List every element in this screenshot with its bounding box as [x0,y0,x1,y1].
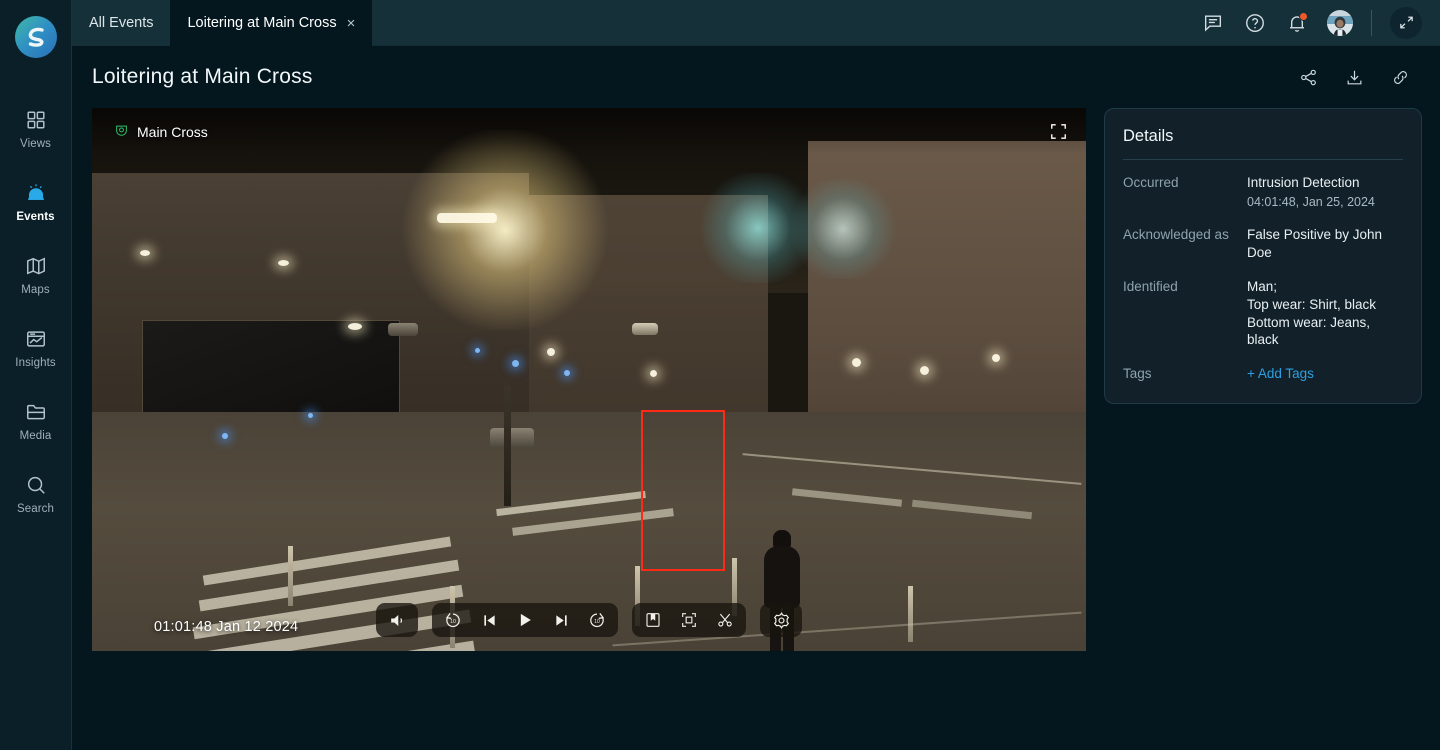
sidebar-item-maps[interactable]: Maps [0,244,71,305]
sidebar-item-label: Media [19,430,52,442]
fullscreen-icon[interactable] [1049,122,1068,146]
sidebar-item-label: Search [16,503,55,515]
details-row-acknowledged: Acknowledged as False Positive by John D… [1123,226,1403,262]
sidebar-item-label: Events [16,211,55,223]
sidebar-item-label: Views [20,138,51,150]
help-icon[interactable] [1243,11,1267,35]
details-key: Identified [1123,278,1178,294]
tab-label: All Events [89,15,154,31]
sidebar-item-insights[interactable]: Insights [0,317,71,378]
tools-group [632,603,746,637]
details-value-sub: 04:01:48, Jan 25, 2024 [1247,194,1375,209]
tab-bar-actions [1187,0,1440,45]
sidebar-item-events[interactable]: Events [0,171,71,232]
sidebar-item-search[interactable]: Search [0,463,71,524]
content-area: Main Cross 01:01:48 Jan 12 2024 10 10 De… [72,108,1440,750]
link-icon[interactable] [1388,65,1412,89]
details-row-occurred: Occurred Intrusion Detection 04:01:48, J… [1123,174,1403,210]
settings-group [760,603,802,637]
details-divider [1123,159,1403,160]
details-value-main: Intrusion Detection [1247,175,1360,190]
bookmark-icon[interactable] [640,607,666,633]
prev-frame-icon[interactable] [476,607,502,633]
clip-icon[interactable] [712,607,738,633]
details-value: Man; Top wear: Shirt, black Bottom wear:… [1247,278,1377,348]
sidebar-item-label: Insights [15,357,56,369]
folder-icon [23,399,49,425]
chat-icon[interactable] [1201,11,1225,35]
camera-shield-icon [114,123,129,141]
details-row-identified: Identified Man; Top wear: Shirt, black B… [1123,278,1403,349]
video-frame [92,108,1086,651]
sidebar-item-media[interactable]: Media [0,390,71,451]
main-column: All Events Loitering at Main Cross × Loi… [72,0,1440,750]
detection-bounding-box [641,410,725,571]
tab-bar: All Events Loitering at Main Cross × [72,0,1440,46]
details-value: Intrusion Detection 04:01:48, Jan 25, 20… [1247,174,1403,210]
search-icon [23,472,49,498]
details-value: False Positive by John Doe [1247,227,1383,261]
svg-text:10: 10 [450,619,456,625]
avatar[interactable] [1327,9,1353,36]
page-actions [1296,65,1412,89]
tab-loitering-at-main-cross[interactable]: Loitering at Main Cross × [170,0,373,46]
sidebar-item-views[interactable]: Views [0,98,71,159]
next-frame-icon[interactable] [548,607,574,633]
details-key: Tags [1123,366,1152,382]
volume-icon[interactable] [384,607,410,633]
page-header: Loitering at Main Cross [72,46,1440,108]
notification-badge [1299,11,1308,21]
alarm-icon [23,180,49,206]
gear-icon[interactable] [768,607,794,633]
expand-button[interactable] [1390,6,1422,39]
forward-10-icon[interactable]: 10 [584,607,610,633]
tab-all-events[interactable]: All Events [72,0,171,46]
play-icon[interactable] [512,607,538,633]
details-value: + Add Tags [1247,365,1403,383]
insights-icon [23,326,49,352]
close-icon[interactable]: × [347,16,356,31]
details-key: Acknowledged as [1123,227,1229,243]
grid-icon [23,107,49,133]
details-title: Details [1123,127,1174,145]
map-icon [23,253,49,279]
tab-label: Loitering at Main Cross [187,15,337,31]
svg-text:10: 10 [594,619,600,625]
page-title: Loitering at Main Cross [92,65,313,88]
snapshot-icon[interactable] [676,607,702,633]
details-panel: Details Occurred Intrusion Detection 04:… [1104,108,1422,405]
app-logo[interactable] [14,16,57,58]
sidebar: Views Events Maps Insights Media Search [0,0,72,750]
video-player[interactable]: Main Cross 01:01:48 Jan 12 2024 10 10 [92,108,1086,651]
tab-bar-spacer [372,0,1187,45]
app-root: Views Events Maps Insights Media Search … [0,0,1440,750]
video-top-gradient [92,108,1086,154]
volume-group [376,603,418,637]
details-row-tags: Tags + Add Tags [1123,365,1403,383]
sidebar-nav: Views Events Maps Insights Media Search [0,98,71,536]
details-key: Occurred [1123,175,1179,190]
camera-name: Main Cross [137,124,208,140]
rewind-10-icon[interactable]: 10 [440,607,466,633]
bell-icon[interactable] [1285,11,1309,35]
header-divider [1371,9,1372,36]
transport-group: 10 10 [432,603,618,637]
camera-label: Main Cross [114,123,208,141]
player-controls: 10 10 [92,603,1086,637]
share-icon[interactable] [1296,65,1320,89]
sidebar-item-label: Maps [21,284,50,296]
download-icon[interactable] [1342,65,1366,89]
add-tags-button[interactable]: + Add Tags [1247,366,1314,381]
